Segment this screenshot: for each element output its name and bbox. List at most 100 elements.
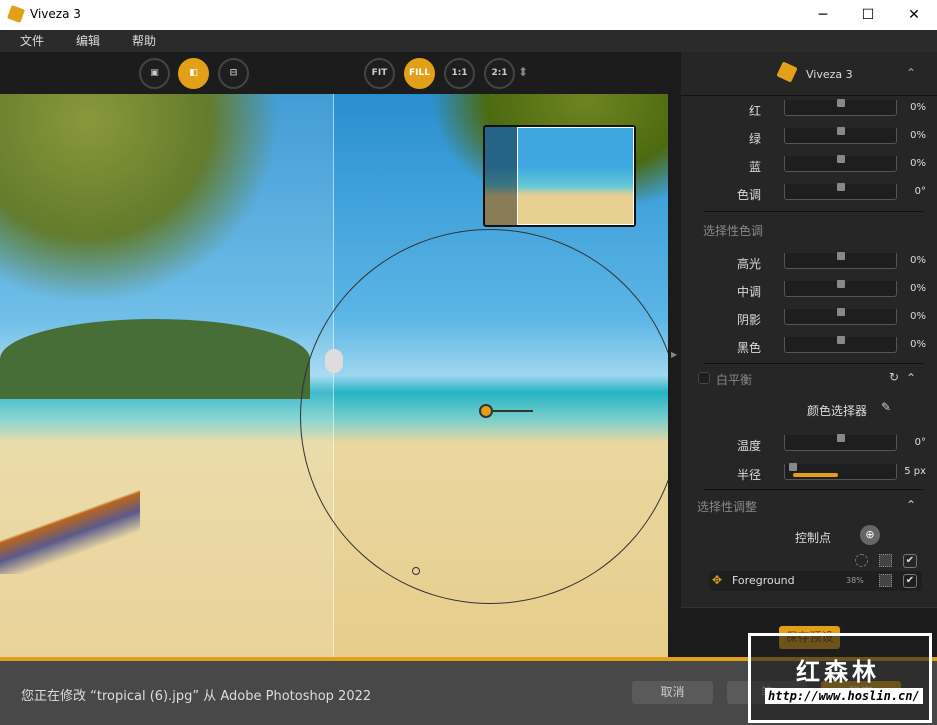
navigator-thumbnail[interactable] [483,125,636,227]
minimize-button[interactable]: ─ [800,0,846,30]
image-preview[interactable] [0,94,668,657]
menu-bar: 文件 编辑 帮助 [0,30,937,52]
slider-hue[interactable]: 色调 0° [681,180,926,208]
toolbar: ▣ ◧ ⊟ FIT FILL 1:1 2:1 ⬍ [0,52,668,94]
slider-value: 0% [910,339,926,350]
slider-green[interactable]: 绿 0% [681,124,926,152]
white-balance-title: 白平衡 [716,373,753,387]
menu-file[interactable]: 文件 [0,30,44,52]
panel-title: Viveza 3 [806,68,853,81]
slider-value: 0% [910,283,926,294]
slider-label: 阴影 [736,313,761,327]
slider-track[interactable] [784,280,897,297]
slider-track[interactable] [784,99,897,116]
slider-label: 色调 [736,188,761,202]
close-button[interactable]: ✕ [891,0,937,30]
divider [703,211,923,212]
radius-handle[interactable] [412,567,420,575]
title-bar: Viveza 3 ─ ☐ ✕ [0,0,937,30]
slider-thumb[interactable] [837,308,845,316]
zoom-1-1-button[interactable]: 1:1 [444,58,475,89]
slider-thumb[interactable] [837,434,845,442]
split-view-button[interactable]: ◧ [178,58,209,89]
divider [703,489,923,490]
slider-shadows[interactable]: 阴影 0% [681,305,926,333]
side-by-side-button[interactable]: ⊟ [218,58,249,89]
slider-thumb[interactable] [837,280,845,288]
control-point-row[interactable]: ✥ Foreground 38% ✔ [709,571,922,591]
control-point[interactable] [479,404,493,418]
slider-label: 温度 [736,439,761,453]
zoom-stepper[interactable]: ⬍ [518,65,528,79]
watermark: 红森林 http://www.hoslin.cn/ [748,633,932,723]
enable-all-checkbox[interactable]: ✔ [903,554,917,568]
window-title: Viveza 3 [30,7,81,21]
beach-chair [0,484,140,574]
collapse-section-icon[interactable]: ⌃ [906,498,916,512]
slider-value: 0° [914,186,926,197]
slider-thumb[interactable] [837,252,845,260]
reset-icon[interactable]: ↻ [889,370,899,384]
navigator-viewport[interactable] [517,127,634,225]
slider-highlights[interactable]: 高光 0% [681,249,926,277]
slider-value: 0% [910,158,926,169]
slider-value: 0% [910,130,926,141]
slider-label: 红 [748,104,761,118]
slider-thumb[interactable] [789,463,797,471]
slider-track[interactable] [784,127,897,144]
slider-track[interactable] [784,463,897,480]
menu-edit[interactable]: 编辑 [56,30,100,52]
slider-track[interactable] [784,308,897,325]
control-point-name[interactable]: Foreground [732,574,795,587]
panel-divider[interactable]: ▶ [668,52,681,657]
slider-track[interactable] [784,252,897,269]
slider-label: 蓝 [748,160,761,174]
slider-track[interactable] [784,434,897,451]
slider-track[interactable] [784,155,897,172]
slider-radius[interactable]: 半径 5 px [681,460,926,488]
white-balance-checkbox[interactable] [698,372,710,384]
divider [703,363,923,364]
maximize-button[interactable]: ☐ [845,0,891,30]
slider-temperature[interactable]: 温度 0° [681,431,926,459]
watermark-title: 红森林 [796,658,880,686]
slider-blue[interactable]: 蓝 0% [681,152,926,180]
color-picker-label[interactable]: 颜色选择器 [807,402,867,419]
control-point-opacity: 38% [846,576,864,585]
control-points-label: 控制点 [795,531,832,545]
slider-label: 黑色 [736,341,761,355]
enable-checkbox[interactable]: ✔ [903,574,917,588]
collapse-panel-button[interactable]: ⌃ [906,66,916,80]
slider-red[interactable]: 红 0% [681,96,926,124]
slider-fill [793,473,838,477]
slider-midtones[interactable]: 中调 0% [681,277,926,305]
slider-thumb[interactable] [837,127,845,135]
expand-arrow-icon[interactable]: ▶ [671,350,677,359]
slider-thumb[interactable] [837,336,845,344]
mask-icon[interactable] [879,574,892,587]
menu-help[interactable]: 帮助 [112,30,156,52]
slider-track[interactable] [784,336,897,353]
selective-adjust-title: 选择性调整 [697,500,758,514]
slider-blacks[interactable]: 黑色 0% [681,333,926,361]
add-control-point-button[interactable]: ⊕ [860,525,880,545]
cancel-button[interactable]: 取消 [632,681,713,704]
slider-thumb[interactable] [837,99,845,107]
slider-thumb[interactable] [837,183,845,191]
collapse-section-icon[interactable]: ⌃ [906,371,916,385]
control-point-icon: ✥ [712,573,723,587]
slider-label: 绿 [748,132,761,146]
zoom-2-1-button[interactable]: 2:1 [484,58,515,89]
navigator-shade [485,127,517,225]
slider-track[interactable] [784,183,897,200]
show-all-points-icon[interactable] [855,554,868,567]
zoom-fit-button[interactable]: FIT [364,58,395,89]
control-point-slider[interactable] [493,410,533,412]
slider-value: 5 px [904,466,926,477]
mask-icon[interactable] [879,554,892,567]
single-view-button[interactable]: ▣ [139,58,170,89]
slider-thumb[interactable] [837,155,845,163]
eyedropper-icon[interactable]: ✎ [881,400,891,414]
zoom-fill-button[interactable]: FILL [404,58,435,89]
watermark-url: http://www.hoslin.cn/ [765,688,923,704]
